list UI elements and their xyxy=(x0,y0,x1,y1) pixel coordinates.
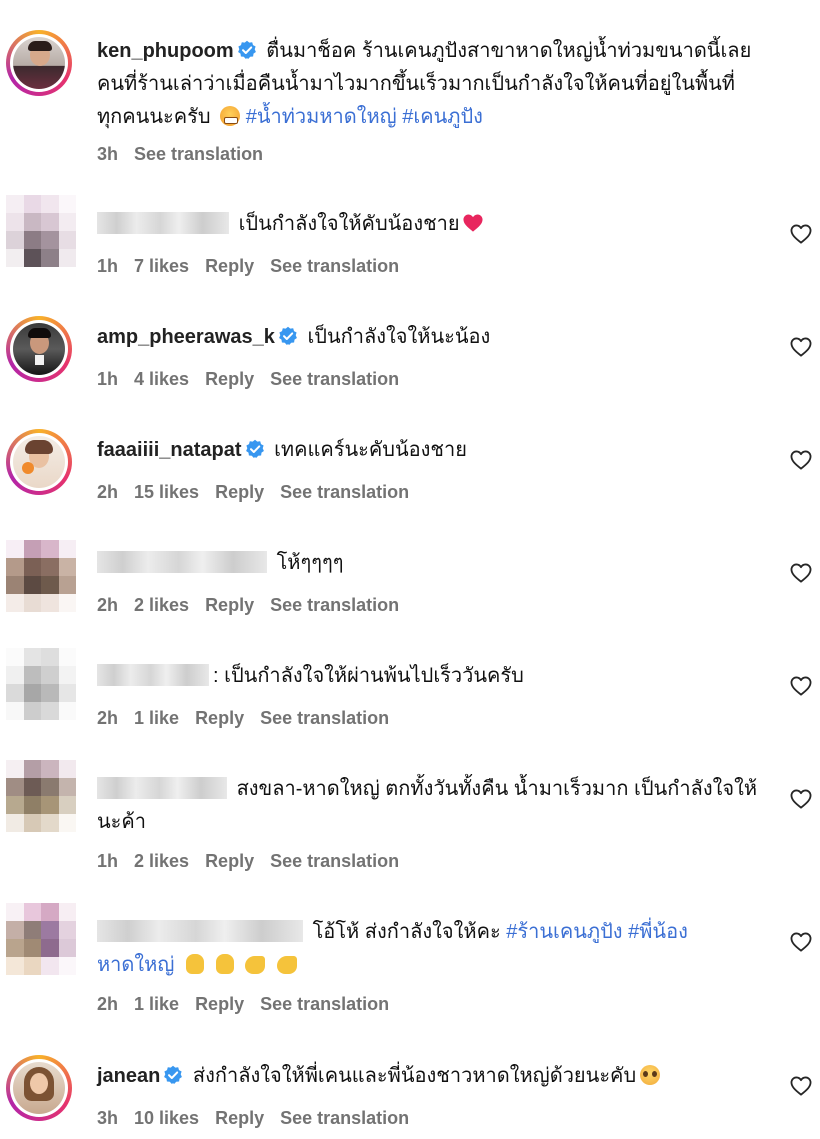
comment-body: โอ้โห้ ส่งกำลังใจให้คะ #ร้านเคนภูปัง #พี… xyxy=(97,916,760,982)
see-translation-link[interactable]: See translation xyxy=(270,851,399,871)
comment-text: โอ้โห้ ส่งกำลังใจให้คะ xyxy=(312,921,501,943)
timestamp: 2h xyxy=(97,994,119,1014)
verified-badge-icon xyxy=(245,439,265,459)
comment-meta: 1h 7 likes Reply See translation xyxy=(97,256,415,277)
reply-button[interactable]: Reply xyxy=(195,708,244,728)
like-count[interactable]: 2 likes xyxy=(134,851,189,871)
username[interactable] xyxy=(97,551,267,573)
comment-meta: 1h 2 likes Reply See translation xyxy=(97,851,415,872)
comment-body: faaaiiii_natapat เทคแคร์นะคับน้องชาย xyxy=(97,434,760,467)
comment-meta: 2h 1 like Reply See translation xyxy=(97,994,405,1015)
username[interactable] xyxy=(97,920,303,942)
see-translation-link[interactable]: See translation xyxy=(260,994,389,1014)
see-translation-link[interactable]: See translation xyxy=(270,595,399,615)
reply-button[interactable]: Reply xyxy=(195,994,244,1014)
comment-body: ken_phupoom ตื่นมาช็อค ร้านเคนภูปังสาขาห… xyxy=(97,35,760,134)
comment-text: : เป็นกำลังใจให้ผ่านพ้นไปเร็ววันครับ xyxy=(213,665,524,687)
like-heart-icon[interactable] xyxy=(790,1076,812,1096)
see-translation-link[interactable]: See translation xyxy=(260,708,389,728)
verified-badge-icon xyxy=(278,326,298,346)
username[interactable]: faaaiiii_natapat xyxy=(97,439,242,461)
like-heart-icon[interactable] xyxy=(790,932,812,952)
like-count[interactable]: 1 like xyxy=(134,708,179,728)
username[interactable] xyxy=(97,664,209,686)
comment-text: ส่งกำลังใจให้พี่เคนและพี่น้องชาวหาดใหญ่ด… xyxy=(192,1065,637,1087)
hashtag-link[interactable]: #ร้านเคนภูปัง xyxy=(506,921,622,943)
pleading-face-icon xyxy=(640,1065,661,1085)
comment-meta: 2h 2 likes Reply See translation xyxy=(97,595,415,616)
username[interactable]: amp_pheerawas_k xyxy=(97,326,275,348)
comment-body: janean ส่งกำลังใจให้พี่เคนและพี่น้องชาวห… xyxy=(97,1060,760,1093)
comment-meta: 3h 10 likes Reply See translation xyxy=(97,1108,425,1129)
like-count[interactable]: 2 likes xyxy=(134,595,189,615)
comment-body: โห้ๆๆๆๆ xyxy=(97,547,760,580)
avatar[interactable] xyxy=(6,1055,72,1121)
comment-text: เป็นกำลังใจให้คับน้องชาย xyxy=(238,213,460,235)
avatar[interactable] xyxy=(6,429,72,495)
avatar[interactable] xyxy=(6,30,72,96)
like-heart-icon[interactable] xyxy=(790,789,812,809)
reply-button[interactable]: Reply xyxy=(215,1108,264,1128)
red-heart-icon xyxy=(463,214,483,232)
timestamp: 3h xyxy=(97,144,119,164)
timestamp: 1h xyxy=(97,851,119,871)
like-heart-icon[interactable] xyxy=(790,337,812,357)
like-heart-icon[interactable] xyxy=(790,563,812,583)
avatar[interactable] xyxy=(6,195,76,267)
verified-badge-icon xyxy=(237,40,257,60)
like-count[interactable]: 1 like xyxy=(134,994,179,1014)
verified-badge-icon xyxy=(163,1065,183,1085)
comment-text: เป็นกำลังใจให้นะน้อง xyxy=(307,326,491,348)
see-translation-link[interactable]: See translation xyxy=(270,369,399,389)
hashtag-link[interactable]: #น้ำท่วมหาดใหญ่ xyxy=(246,106,397,128)
comment-meta: 1h 4 likes Reply See translation xyxy=(97,369,415,390)
see-translation-link[interactable]: See translation xyxy=(280,1108,409,1128)
comment-meta: 2h 1 like Reply See translation xyxy=(97,708,405,729)
reply-button[interactable]: Reply xyxy=(205,595,254,615)
comment-body: amp_pheerawas_k เป็นกำลังใจให้นะน้อง xyxy=(97,321,760,354)
avatar[interactable] xyxy=(6,316,72,382)
victory-hand-icon xyxy=(215,954,234,974)
see-translation-link[interactable]: See translation xyxy=(134,144,263,164)
like-count[interactable]: 10 likes xyxy=(134,1108,199,1128)
comment-body: : เป็นกำลังใจให้ผ่านพ้นไปเร็ววันครับ xyxy=(97,660,760,693)
like-heart-icon[interactable] xyxy=(790,450,812,470)
username[interactable] xyxy=(97,777,227,799)
hashtag-link[interactable]: #เคนภูปัง xyxy=(402,106,483,128)
reply-button[interactable]: Reply xyxy=(205,851,254,871)
avatar[interactable] xyxy=(6,648,76,720)
timestamp: 2h xyxy=(97,595,119,615)
victory-hand-icon xyxy=(185,954,204,974)
comment-meta: 2h 15 likes Reply See translation xyxy=(97,482,425,503)
like-count[interactable]: 7 likes xyxy=(134,256,189,276)
comment-meta: 3h See translation xyxy=(97,144,279,165)
see-translation-link[interactable]: See translation xyxy=(280,482,409,502)
timestamp: 2h xyxy=(97,708,119,728)
timestamp: 3h xyxy=(97,1108,119,1128)
reply-button[interactable]: Reply xyxy=(205,369,254,389)
flexed-biceps-icon xyxy=(276,956,297,974)
comment-body: เป็นกำลังใจให้คับน้องชาย xyxy=(97,208,760,241)
comment-text: โห้ๆๆๆๆ xyxy=(276,552,344,574)
comment-text: เทคแคร์นะคับน้องชาย xyxy=(274,439,467,461)
like-count[interactable]: 4 likes xyxy=(134,369,189,389)
timestamp: 1h xyxy=(97,369,119,389)
avatar[interactable] xyxy=(6,903,76,975)
reply-button[interactable]: Reply xyxy=(205,256,254,276)
timestamp: 1h xyxy=(97,256,119,276)
reply-button[interactable]: Reply xyxy=(215,482,264,502)
username[interactable]: janean xyxy=(97,1065,160,1087)
flexed-biceps-icon xyxy=(245,956,266,974)
see-translation-link[interactable]: See translation xyxy=(270,256,399,276)
username[interactable]: ken_phupoom xyxy=(97,40,234,62)
timestamp: 2h xyxy=(97,482,119,502)
avatar[interactable] xyxy=(6,760,76,832)
grimace-face-icon xyxy=(220,106,241,126)
comment-body: สงขลา-หาดใหญ่ ตกทั้งวันทั้งคืน น้ำมาเร็ว… xyxy=(97,773,760,839)
like-heart-icon[interactable] xyxy=(790,224,812,244)
avatar[interactable] xyxy=(6,540,76,612)
like-heart-icon[interactable] xyxy=(790,676,812,696)
like-count[interactable]: 15 likes xyxy=(134,482,199,502)
username[interactable] xyxy=(97,212,229,234)
